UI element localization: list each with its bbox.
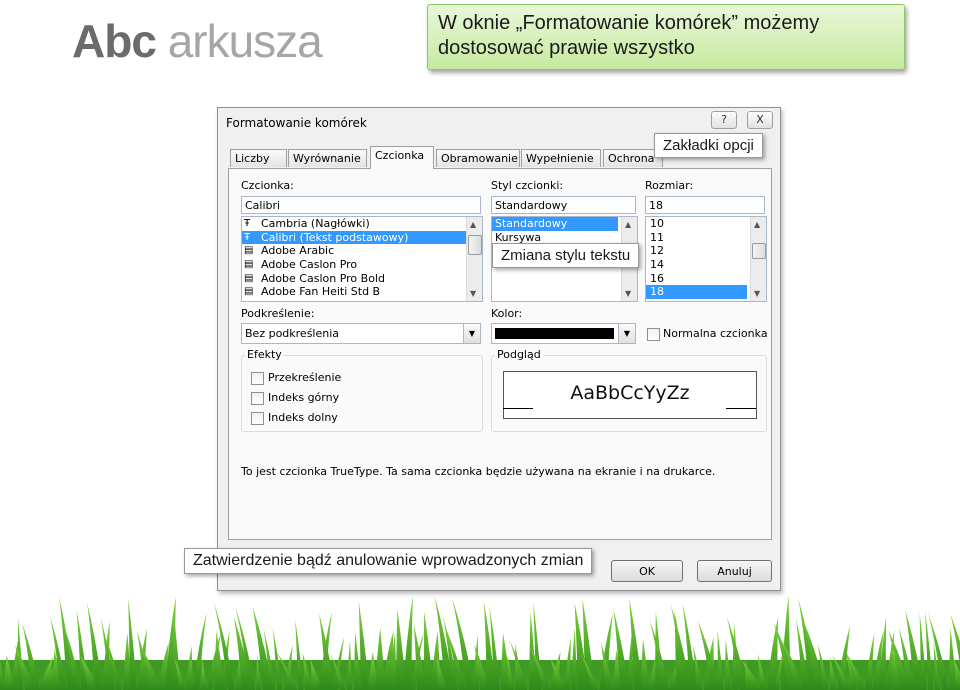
help-icon: ? [721,113,727,126]
size-list-item[interactable]: 11 [646,231,766,245]
top-callout: W oknie „Formatowanie komórek” możemy do… [427,4,905,70]
tab-wyrownanie[interactable]: Wyrównanie [288,149,367,167]
size-input[interactable]: 18 [645,196,765,214]
font-list[interactable]: Ŧ Cambria (Nagłówki) Ŧ Calibri (Tekst pods… [241,216,483,302]
superscript-checkbox[interactable] [251,392,264,405]
font-item-label: Adobe Caslon Pro Bold [261,271,385,285]
superscript-label: Indeks górny [268,391,340,404]
font-list-scrollbar[interactable]: ▲ ▼ [466,217,482,301]
color-label: Kolor: [491,307,523,320]
font-list-item-selected[interactable]: Ŧ Calibri (Tekst podstawowy) [242,230,482,245]
color-swatch [495,328,614,339]
truetype-icon: Ŧ [244,231,251,243]
tab-liczby[interactable]: Liczby [230,149,287,167]
normal-font-checkbox[interactable] [647,328,660,341]
tab-wypelnienie[interactable]: Wypełnienie [521,149,601,167]
scroll-thumb[interactable] [468,235,482,255]
scroll-up-icon[interactable]: ▲ [754,220,760,229]
format-cells-dialog: Formatowanie komórek ? X Liczby Wyrównan… [217,107,781,591]
scroll-up-icon[interactable]: ▲ [625,220,631,229]
opentype-icon: ▤ [244,259,254,271]
scroll-down-icon[interactable]: ▼ [470,289,476,298]
subscript-label: Indeks dolny [268,411,338,424]
preview-baseline-left [503,408,533,409]
normal-font-label: Normalna czcionka [663,327,768,340]
tab-obramowanie[interactable]: Obramowanie [436,149,520,167]
font-item-label: Adobe Caslon Pro [261,258,358,272]
truetype-icon: Ŧ [244,218,251,229]
font-list-item[interactable]: ▤ Adobe Caslon Pro Bold [242,272,482,286]
style-label: Styl czcionki: [491,179,564,192]
ok-button[interactable]: OK [611,560,683,582]
grass-blade [717,629,724,690]
underline-label: Podkreślenie: [241,307,315,320]
font-info-text: To jest czcionka TrueType. Ta sama czcio… [241,465,716,478]
size-list-item-selected[interactable]: 18 [646,285,747,300]
size-list-item[interactable]: 10 [646,217,766,231]
font-list-item[interactable]: Ŧ Cambria (Nagłówki) [242,217,482,231]
scroll-thumb[interactable] [752,243,766,259]
preview-baseline-right [726,408,756,409]
strikethrough-label: Przekreślenie [268,371,342,384]
font-item-label: Calibri (Tekst podstawowy) [261,230,409,244]
confirm-annotation: Zatwierdzenie bądź anulowanie wprowadzon… [184,548,593,574]
font-item-label: Adobe Fan Heiti Std B [261,285,381,299]
scroll-up-icon[interactable]: ▲ [470,220,476,229]
font-item-label: Adobe Arabic [261,244,335,258]
font-list-item[interactable]: ▤ Adobe Caslon Pro [242,258,482,272]
preview-box: AaBbCcYyZz [503,371,757,419]
preview-label: Podgląd [495,348,543,361]
font-tab-pane: Czcionka: Calibri Ŧ Cambria (Nagłówki) ŦC… [228,168,772,540]
style-annotation: Zmiana stylu tekstu [492,243,640,268]
size-list-scrollbar[interactable]: ▲ ▼ [750,217,766,301]
opentype-icon: ▤ [244,272,254,284]
style-input[interactable]: Standardowy [491,196,636,214]
close-icon: X [756,113,764,126]
opentype-icon: ▤ [244,245,254,257]
grass-blade [403,595,413,690]
size-label: Rozmiar: [645,179,694,192]
tab-czcionka[interactable]: Czcionka [370,146,434,169]
opentype-icon: ▤ [244,286,254,298]
font-input[interactable]: Calibri [241,196,481,214]
chevron-down-icon[interactable]: ▼ [618,324,635,343]
grass-decoration [0,595,960,690]
close-button[interactable]: X [747,111,773,129]
underline-value: Bez podkreślenia [245,327,340,340]
slide-title-bold: Abc [72,15,157,67]
style-list-item-selected[interactable]: Standardowy [492,217,618,231]
scroll-down-icon[interactable]: ▼ [754,289,760,298]
slide-title-light: arkusza [167,15,323,67]
tabs-annotation: Zakładki opcji [654,133,763,158]
slide-title: Abc arkusza [72,14,323,68]
subscript-checkbox[interactable] [251,412,264,425]
underline-select[interactable]: Bez podkreślenia ▼ [241,323,481,344]
strikethrough-checkbox[interactable] [251,372,264,385]
font-item-label: Cambria (Nagłówki) [261,217,370,230]
size-list-item[interactable]: 14 [646,258,766,272]
size-list-item[interactable]: 16 [646,272,766,286]
top-callout-line1: W oknie „Formatowanie komórek” możemy [438,12,820,34]
color-select[interactable]: ▼ [491,323,636,344]
top-callout-line2: dostosować prawie wszystko [438,37,695,59]
help-button[interactable]: ? [711,111,737,129]
font-label: Czcionka: [241,179,294,192]
dialog-title: Formatowanie komórek [226,116,367,130]
scroll-down-icon[interactable]: ▼ [625,289,631,298]
chevron-down-icon[interactable]: ▼ [463,324,480,343]
preview-sample: AaBbCcYyZz [570,382,690,404]
size-list-item[interactable]: 12 [646,244,766,258]
size-list[interactable]: 10 11 12 14 16 18 ▲ ▼ [645,216,767,302]
cancel-button[interactable]: Anuluj [697,560,772,582]
effects-label: Efekty [245,348,284,361]
font-list-item[interactable]: ▤ Adobe Arabic [242,244,482,258]
font-list-item[interactable]: ▤ Adobe Fan Heiti Std B [242,285,482,299]
